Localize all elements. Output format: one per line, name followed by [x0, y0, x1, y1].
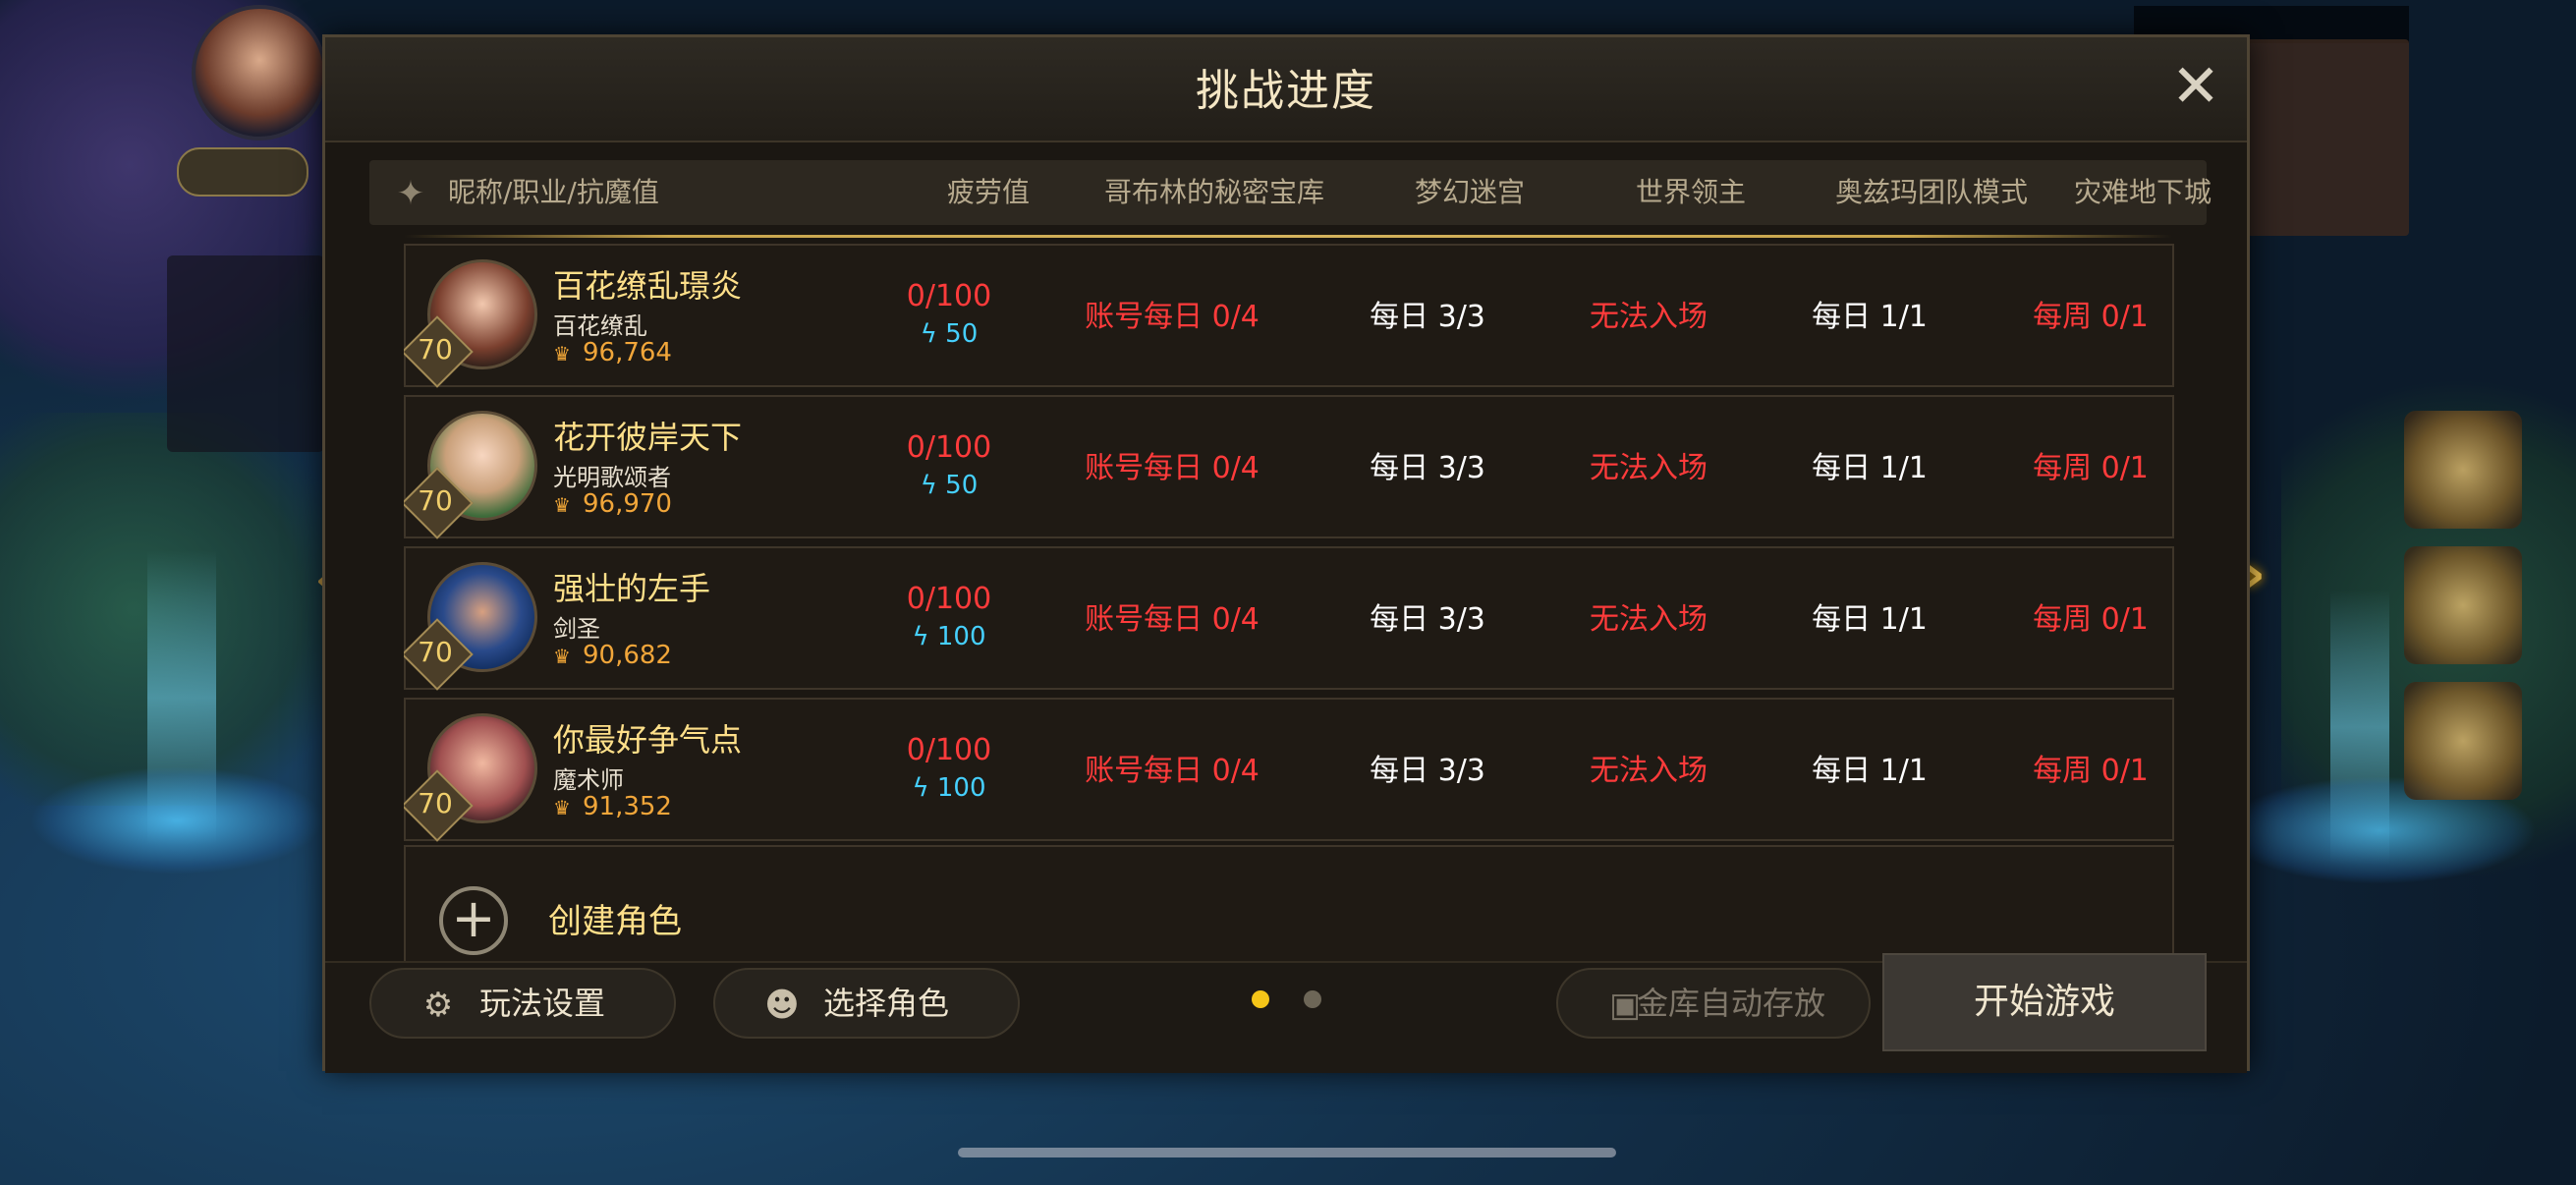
- character-class: 剑圣: [553, 615, 600, 643]
- dialog-title: 挑战进度: [1196, 66, 1376, 116]
- energy-value: ϟ 50: [920, 471, 979, 500]
- fatigue-cell: 0/100 ϟ 100: [870, 733, 1028, 803]
- page-dot[interactable]: [1304, 990, 1321, 1008]
- character-row[interactable]: 70 百花缭乱璟炎 百花缭乱 ♛ 96,764 0/100 ϟ 50 账号每日 0…: [404, 244, 2174, 388]
- goblin-vault-status: 账号每日 0/4: [1085, 451, 1260, 485]
- gear-icon: ⚙: [422, 986, 454, 1025]
- lightning-icon: ϟ: [920, 471, 946, 500]
- ozma-raid-status: 每日 1/1: [1812, 754, 1928, 788]
- side-menu-icon-3[interactable]: [2404, 682, 2522, 800]
- crest-icon: ♛: [553, 645, 571, 668]
- select-role-button[interactable]: ☻ 选择角色: [713, 968, 1020, 1039]
- header-disaster-dungeon: 灾难地下城: [2073, 176, 2212, 208]
- level-text: 70: [418, 787, 453, 819]
- level-text: 70: [418, 333, 453, 366]
- world-boss-status: 无法入场: [1590, 300, 1708, 334]
- side-menu-icon-1[interactable]: [2404, 411, 2522, 529]
- fatigue-value: 0/100: [906, 733, 992, 767]
- lightning-icon: ϟ: [912, 622, 937, 651]
- character-class: 魔术师: [553, 766, 624, 794]
- table-header: ✦ 昵称/职业/抗魔值 疲劳值 哥布林的秘密宝库 梦幻迷宫 世界领主 奥兹玛团队…: [369, 160, 2212, 225]
- side-menu-icon-2[interactable]: [2404, 546, 2522, 664]
- page-dot-active[interactable]: [1252, 990, 1269, 1008]
- level-text: 70: [418, 484, 453, 517]
- start-game-button[interactable]: 开始游戏: [1882, 953, 2207, 1051]
- crest-icon: ♛: [553, 493, 571, 517]
- ozma-raid-status: 每日 1/1: [1812, 300, 1928, 334]
- header-dream-maze: 梦幻迷宫: [1414, 176, 1525, 208]
- header-name: 昵称/职业/抗魔值: [448, 176, 659, 208]
- home-indicator[interactable]: [958, 1148, 1616, 1157]
- header-world-boss: 世界领主: [1635, 176, 1746, 208]
- create-character-row[interactable]: + 创建角色: [404, 845, 2174, 971]
- character-row[interactable]: 70 你最好争气点 魔术师 ♛ 91,352 0/100 ϟ 100 账号每日 0…: [404, 698, 2174, 842]
- level-text: 70: [418, 636, 453, 668]
- dream-maze-status: 每日 3/3: [1370, 754, 1485, 788]
- fatigue-value: 0/100: [906, 430, 992, 465]
- create-character-label: 创建角色: [548, 902, 682, 941]
- energy-value: ϟ 100: [912, 622, 986, 651]
- challenge-progress-dialog: 挑战进度 ✕ ✦ 昵称/职业/抗魔值 疲劳值 哥布林的秘密宝库 梦幻迷宫 世界领…: [322, 34, 2250, 1073]
- lightning-icon: ϟ: [912, 773, 937, 803]
- disaster-dungeon-status: 每周 0/1: [2033, 451, 2149, 485]
- character-power: ♛ 96,970: [553, 489, 672, 519]
- dream-maze-status: 每日 3/3: [1370, 451, 1485, 485]
- character-name: 你最好争气点: [553, 721, 743, 759]
- player-badge[interactable]: [177, 147, 308, 197]
- left-menu-panel[interactable]: [167, 255, 324, 452]
- goblin-vault-status: 账号每日 0/4: [1085, 754, 1260, 788]
- disaster-dungeon-status: 每周 0/1: [2033, 300, 2149, 334]
- fatigue-value: 0/100: [906, 582, 992, 616]
- character-power: ♛ 90,682: [553, 641, 672, 670]
- wolf-head-icon: ✦: [396, 174, 425, 213]
- goblin-vault-status: 账号每日 0/4: [1085, 300, 1260, 334]
- header-goblin-vault: 哥布林的秘密宝库: [1103, 176, 1324, 208]
- dream-maze-status: 每日 3/3: [1370, 300, 1485, 334]
- energy-value: ϟ 100: [912, 773, 986, 803]
- gameplay-settings-label: 玩法设置: [479, 985, 606, 1022]
- ozma-raid-status: 每日 1/1: [1812, 451, 1928, 485]
- player-avatar[interactable]: [192, 5, 327, 141]
- goblin-vault-status: 账号每日 0/4: [1085, 602, 1260, 637]
- character-class: 光明歌颂者: [553, 464, 671, 491]
- fatigue-cell: 0/100 ϟ 100: [870, 582, 1028, 651]
- fatigue-cell: 0/100 ϟ 50: [870, 279, 1028, 349]
- character-name: 百花缭乱璟炎: [553, 267, 743, 305]
- dialog-header: 挑战进度 ✕: [325, 37, 2247, 142]
- energy-value: ϟ 50: [920, 319, 979, 349]
- vault-auto-deposit-button[interactable]: ▣ 金库自动存放: [1556, 968, 1871, 1039]
- character-power: ♛ 96,764: [553, 338, 672, 367]
- character-class: 百花缭乱: [553, 312, 647, 340]
- ozma-raid-status: 每日 1/1: [1812, 602, 1928, 637]
- person-swap-icon: ☻: [764, 986, 800, 1025]
- plus-icon[interactable]: +: [439, 886, 508, 955]
- character-list: 70 百花缭乱璟炎 百花缭乱 ♛ 96,764 0/100 ϟ 50 账号每日 0…: [404, 244, 2174, 971]
- dream-maze-status: 每日 3/3: [1370, 602, 1485, 637]
- character-power: ♛ 91,352: [553, 792, 672, 821]
- character-row[interactable]: 70 强壮的左手 剑圣 ♛ 90,682 0/100 ϟ 100 账号每日 0/4…: [404, 546, 2174, 691]
- character-row[interactable]: 70 花开彼岸天下 光明歌颂者 ♛ 96,970 0/100 ϟ 50 账号每日 …: [404, 395, 2174, 539]
- header-fatigue: 疲劳值: [946, 176, 1030, 208]
- world-boss-status: 无法入场: [1590, 451, 1708, 485]
- disaster-dungeon-status: 每周 0/1: [2033, 602, 2149, 637]
- character-name: 强壮的左手: [553, 570, 711, 607]
- crest-icon: ♛: [553, 796, 571, 819]
- portal-glow-left: [29, 766, 324, 875]
- close-icon[interactable]: ✕: [2166, 57, 2225, 118]
- select-role-label: 选择角色: [823, 985, 950, 1022]
- crest-icon: ♛: [553, 342, 571, 366]
- character-name: 花开彼岸天下: [553, 419, 743, 456]
- fatigue-value: 0/100: [906, 279, 992, 313]
- world-boss-status: 无法入场: [1590, 754, 1708, 788]
- table-divider: [404, 235, 2172, 238]
- world-boss-status: 无法入场: [1590, 602, 1708, 637]
- right-side-menu: [2380, 393, 2547, 845]
- gameplay-settings-button[interactable]: ⚙ 玩法设置: [369, 968, 676, 1039]
- fatigue-cell: 0/100 ϟ 50: [870, 430, 1028, 500]
- disaster-dungeon-status: 每周 0/1: [2033, 754, 2149, 788]
- lightning-icon: ϟ: [920, 319, 946, 349]
- vault-auto-deposit-label: 金库自动存放: [1637, 985, 1826, 1022]
